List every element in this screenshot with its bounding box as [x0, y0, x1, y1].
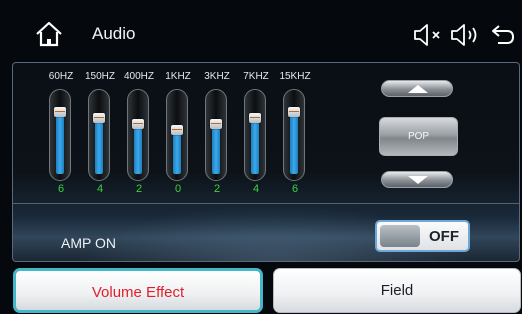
equalizer-panel: 60HZ 6 150HZ 4 400HZ 2 1KHZ 0 3KHZ 2 7KHZ 4 15KHZ 6 P…	[12, 62, 520, 262]
slider-fill	[212, 122, 220, 174]
preset-button[interactable]: POP	[379, 117, 458, 156]
band-value: 6	[57, 183, 65, 195]
toggle-state: OFF	[429, 228, 459, 245]
band-slider[interactable]	[166, 89, 188, 181]
chevron-down-icon	[408, 176, 428, 184]
slider-fill	[95, 116, 103, 174]
slider-knob[interactable]	[171, 125, 183, 135]
header-bar: Audio	[0, 0, 522, 62]
eq-band: 400HZ 2	[118, 67, 160, 203]
slider-fill	[251, 116, 259, 174]
band-value: 4	[96, 183, 104, 195]
slider-knob[interactable]	[288, 107, 300, 117]
tab-field[interactable]: Field	[273, 268, 521, 313]
eq-band: 150HZ 4	[79, 67, 121, 203]
band-slider[interactable]	[88, 89, 110, 181]
eq-band: 3KHZ 2	[196, 67, 238, 203]
slider-knob[interactable]	[54, 107, 66, 117]
page-title: Audio	[92, 24, 136, 43]
band-value: 0	[174, 183, 182, 195]
band-value: 6	[291, 183, 299, 195]
mute-icon[interactable]	[412, 22, 444, 48]
eq-band: 15KHZ 6	[274, 67, 316, 203]
band-slider[interactable]	[244, 89, 266, 181]
band-value: 4	[252, 183, 260, 195]
band-value: 2	[213, 183, 221, 195]
preset-down-button[interactable]	[381, 171, 453, 188]
slider-fill	[290, 110, 298, 174]
amp-label: AMP ON	[61, 235, 116, 251]
slider-knob[interactable]	[132, 119, 144, 129]
speaker-icon[interactable]	[449, 22, 485, 48]
amp-toggle[interactable]: OFF	[375, 220, 470, 252]
eq-band: 7KHZ 4	[235, 67, 277, 203]
panel-divider	[13, 203, 519, 204]
eq-band: 60HZ 6	[40, 67, 82, 203]
band-label: 1KHZ	[165, 71, 191, 82]
slider-knob[interactable]	[210, 119, 222, 129]
slider-knob[interactable]	[93, 113, 105, 123]
band-label: 150HZ	[84, 71, 115, 82]
band-slider[interactable]	[127, 89, 149, 181]
slider-fill	[134, 122, 142, 174]
band-slider[interactable]	[205, 89, 227, 181]
back-icon[interactable]	[490, 22, 516, 48]
band-label: 15KHZ	[279, 71, 311, 82]
band-label: 7KHZ	[243, 71, 269, 82]
chevron-up-icon	[408, 85, 428, 93]
band-label: 3KHZ	[204, 71, 230, 82]
band-slider[interactable]	[49, 89, 71, 181]
toggle-knob	[380, 225, 420, 247]
band-slider[interactable]	[283, 89, 305, 181]
slider-knob[interactable]	[249, 113, 261, 123]
band-label: 400HZ	[123, 71, 154, 82]
band-label: 60HZ	[48, 71, 74, 82]
tab-volume-effect[interactable]: Volume Effect	[13, 268, 263, 313]
slider-fill	[56, 110, 64, 174]
preset-up-button[interactable]	[381, 80, 453, 97]
eq-band: 1KHZ 0	[157, 67, 199, 203]
home-icon[interactable]	[34, 20, 64, 48]
band-value: 2	[135, 183, 143, 195]
